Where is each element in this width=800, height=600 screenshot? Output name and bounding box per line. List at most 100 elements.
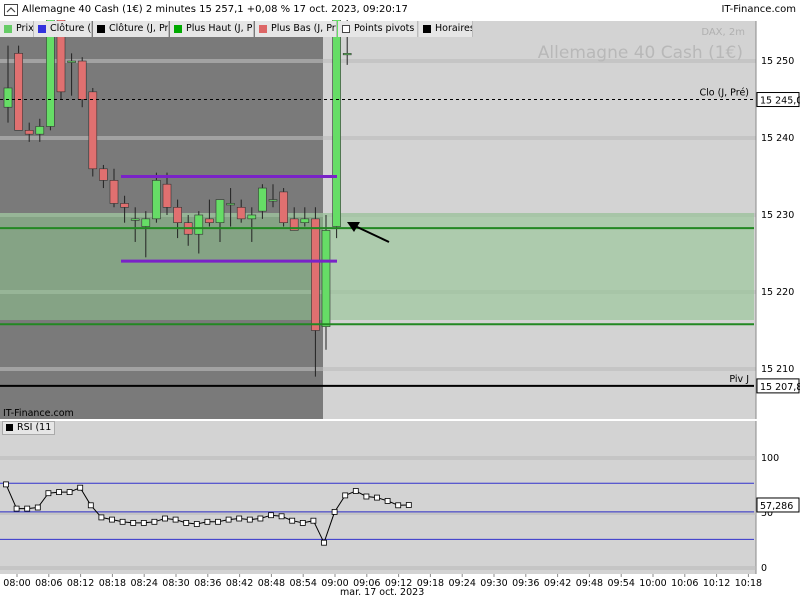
time-tick-label: 09:36 (512, 578, 539, 589)
time-tick-label: 09:54 (608, 578, 635, 589)
rsi-point (162, 515, 168, 522)
rsi-point (66, 489, 73, 496)
rsi-point (151, 518, 158, 525)
rsi-point (384, 497, 391, 504)
rsi-point (342, 492, 349, 499)
rsi-point (183, 520, 190, 526)
rsi-point (172, 516, 179, 523)
chart-canvas: Clo (J, Pré) Piv J 15 250 15 240 15 230 15 2… (0, 0, 800, 600)
level-name: Clo (J, Pré) (700, 88, 749, 99)
time-tick-label: 09:42 (544, 578, 571, 589)
rsi-point (13, 505, 20, 512)
price-tick-label: 15 250 (761, 56, 794, 67)
candle (14, 45, 23, 131)
candle (88, 87, 98, 177)
legend-item-hours[interactable]: Horaires (419, 21, 473, 37)
rsi-point (236, 515, 243, 522)
rsi-point (119, 518, 126, 525)
time-tick-label: 08:54 (290, 578, 317, 589)
price-tick-label: 15 220 (761, 287, 794, 298)
rsi-point (299, 520, 306, 526)
legend-bar: Prix Clôture (J Clôture (J, Pré Plus Hau… (0, 21, 473, 37)
watermark-symbol: DAX, 2m (701, 27, 745, 38)
legend-swatch (174, 25, 182, 33)
rsi-point (278, 513, 285, 520)
brand-label: IT-Finance.com (721, 4, 796, 15)
date-label: mar. 17 oct. 2023 (340, 587, 425, 598)
legend-swatch (259, 25, 267, 33)
time-tick-label: 08:24 (131, 578, 158, 589)
legend-swatch (38, 25, 46, 33)
rsi-point (34, 504, 41, 511)
legend-item-high[interactable]: Plus Haut (J, Pr (170, 21, 254, 37)
level-value-label: 15 207,8 (760, 382, 800, 393)
legend-label: Prix (16, 23, 34, 34)
legend-label: Clôture (J (50, 23, 92, 34)
time-tick-label: 09:30 (480, 578, 507, 589)
legend-item-close[interactable]: Clôture (J (34, 21, 92, 37)
legend-label: Clôture (J, Pré (109, 23, 169, 34)
legend-label: Horaires (435, 23, 473, 34)
time-tick-label: 09:48 (576, 578, 603, 589)
rsi-point (257, 515, 264, 522)
rsi-point (109, 516, 115, 523)
expand-icon[interactable] (4, 4, 18, 16)
rsi-point (289, 517, 296, 524)
rsi-point (140, 520, 147, 526)
rsi-tick-label: 100 (761, 453, 779, 464)
watermark-brand: IT-Finance.com (3, 408, 74, 419)
time-tick-label: 10:12 (703, 578, 730, 589)
legend-label: Plus Haut (J, Pr (186, 23, 254, 34)
watermark-title: Allemagne 40 Cash (1€) (538, 43, 743, 63)
rsi-point (246, 516, 253, 523)
time-tick-label: 08:00 (3, 578, 30, 589)
title-bar: Allemagne 40 Cash (1€) 2 minutes 15 257,… (0, 0, 800, 20)
rsi-point (3, 481, 9, 488)
rsi-point (98, 514, 105, 521)
level-value-label: 15 245,0 (760, 96, 800, 107)
legend-item-low[interactable]: Plus Bas (J, Pr (255, 21, 337, 37)
legend-swatch (423, 25, 431, 33)
rsi-point (45, 490, 52, 497)
rsi-point (268, 512, 274, 519)
rsi-value-label: 57,286 (760, 501, 793, 512)
rsi-point (363, 493, 370, 500)
rsi-point (405, 502, 412, 508)
rsi-point (215, 518, 221, 525)
legend-label: Plus Bas (J, Pr (271, 23, 336, 34)
rsi-point (395, 502, 402, 509)
legend-item-price[interactable]: Prix (0, 21, 34, 37)
time-tick-label: 08:42 (226, 578, 253, 589)
rsi-point (193, 521, 200, 527)
rsi-point (321, 539, 327, 546)
rsi-tick-label: 0 (761, 563, 767, 574)
time-tick-label: 08:48 (258, 578, 285, 589)
rsi-point (204, 518, 211, 525)
time-tick-label: 08:06 (35, 578, 62, 589)
rsi-point (130, 520, 137, 526)
time-tick-label: 08:18 (99, 578, 126, 589)
legend-swatch (6, 424, 13, 431)
time-tick-label: 09:24 (449, 578, 476, 589)
legend-item-pivots[interactable]: Points pivots ( (338, 21, 418, 37)
legend-swatch (97, 25, 105, 33)
candle (152, 172, 161, 223)
rsi-point (310, 517, 317, 524)
rsi-point (87, 502, 94, 509)
time-tick-label: 08:30 (162, 578, 189, 589)
rsi-point (24, 505, 31, 512)
legend-swatch (342, 25, 350, 33)
legend-label: Points pivots ( (354, 23, 418, 34)
rsi-point (56, 489, 62, 496)
rsi-point (352, 488, 359, 494)
price-tick-label: 15 240 (761, 133, 794, 144)
price-tick-label: 15 210 (761, 364, 794, 375)
candle (279, 188, 288, 227)
rsi-point (225, 516, 232, 523)
legend-item-close-prev[interactable]: Clôture (J, Pré (93, 21, 169, 37)
rsi-legend[interactable]: RSI (11 (2, 421, 56, 435)
chart-title: Allemagne 40 Cash (1€) 2 minutes 15 257,… (22, 4, 408, 15)
rsi-point (374, 494, 380, 501)
rsi-point (331, 508, 338, 515)
price-tick-label: 15 230 (761, 210, 794, 221)
